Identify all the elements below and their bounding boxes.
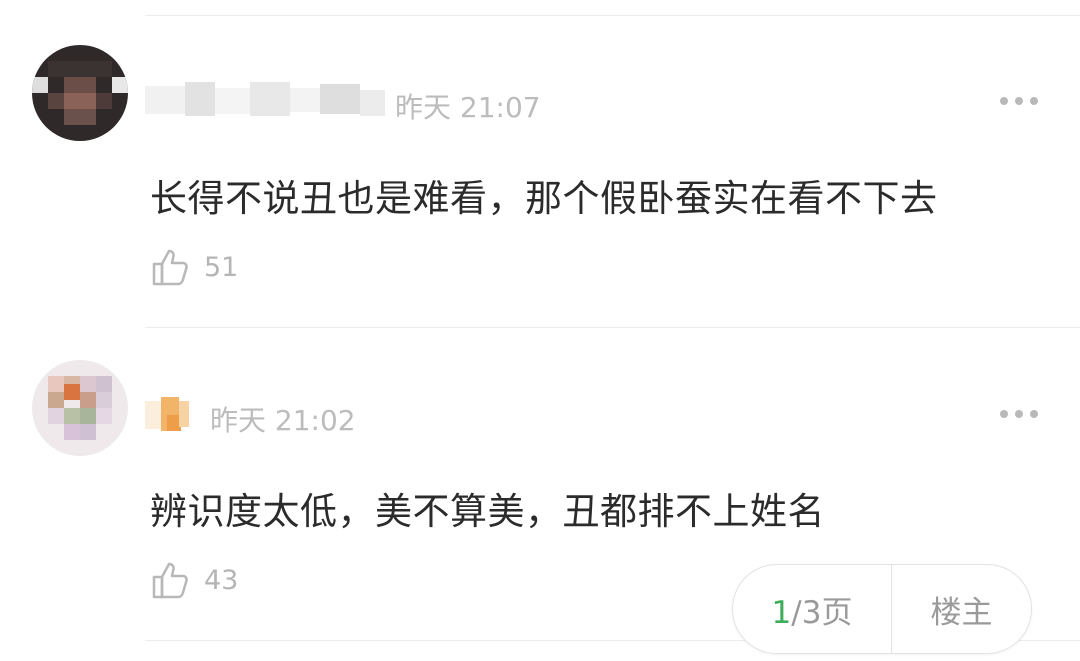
only-owner-button[interactable]: 楼主 (892, 587, 1031, 632)
total-pages: /3页 (791, 594, 853, 631)
like-count: 51 (204, 251, 239, 283)
more-dots-icon[interactable] (1000, 96, 1038, 106)
username[interactable] (145, 395, 195, 435)
divider-middle (145, 327, 1080, 328)
divider-top (145, 15, 1080, 16)
avatar[interactable] (32, 360, 128, 456)
thumbs-up-icon (152, 249, 188, 286)
like-count: 43 (204, 564, 239, 596)
comment-text: 辨识度太低，美不算美，丑都排不上姓名 (150, 490, 825, 533)
comment-text: 长得不说丑也是难看，那个假卧蚕实在看不下去 (150, 177, 938, 220)
thumbs-up-icon (152, 562, 188, 599)
comment-timestamp: 昨天 21:02 (210, 404, 356, 437)
like-button[interactable]: 43 (150, 557, 238, 603)
more-dots-icon[interactable] (1000, 409, 1038, 419)
avatar[interactable] (32, 45, 128, 141)
comment-timestamp: 昨天 21:07 (395, 91, 541, 124)
comment-page: 昨天 21:07 长得不说丑也是难看，那个假卧蚕实在看不下去 51 昨天 21:… (0, 0, 1080, 661)
current-page: 1 (771, 594, 792, 631)
page-indicator-button[interactable]: 1/3页 (733, 587, 891, 632)
floating-pager: 1/3页 楼主 (732, 564, 1032, 654)
username[interactable] (145, 80, 385, 120)
like-button[interactable]: 51 (150, 244, 238, 290)
